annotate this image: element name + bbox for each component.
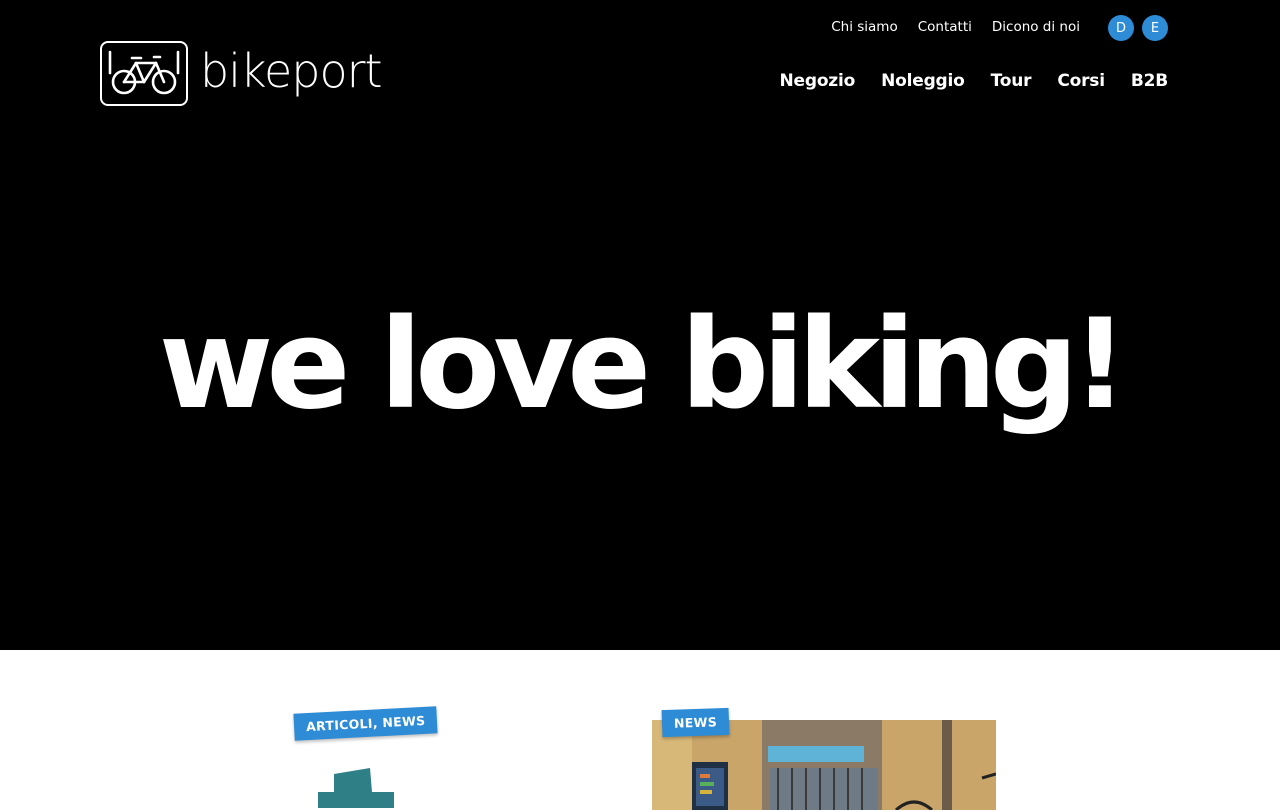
nav-tour[interactable]: Tour: [991, 71, 1032, 91]
logo-link[interactable]: bikeport: [100, 41, 383, 106]
nav-negozio[interactable]: Negozio: [780, 71, 856, 91]
nav-corsi[interactable]: Corsi: [1057, 71, 1105, 91]
post-thumbnail[interactable]: [318, 768, 394, 808]
category-tag[interactable]: ARTICOLI, NEWS: [293, 706, 439, 741]
hero-section: bikeport Chi siamo Contatti Dicono di no…: [0, 0, 1280, 650]
nav-b2b[interactable]: B2B: [1131, 71, 1168, 91]
lang-de-button[interactable]: D: [1108, 15, 1134, 41]
nav-chi-siamo[interactable]: Chi siamo: [831, 19, 898, 35]
brand-name: bikeport: [200, 43, 383, 98]
posts-section: ARTICOLI, NEWS NEWS: [0, 650, 1280, 810]
category-tag[interactable]: NEWS: [661, 707, 730, 738]
bicycle-icon: [100, 41, 188, 106]
lang-en-button[interactable]: E: [1142, 15, 1168, 41]
nav-dicono-di-noi[interactable]: Dicono di noi: [992, 19, 1080, 35]
secondary-nav: Chi siamo Contatti Dicono di noi: [831, 19, 1080, 35]
hero-headline: we love biking!: [158, 293, 1128, 437]
language-switcher: D E: [1108, 15, 1168, 41]
main-nav: Negozio Noleggio Tour Corsi B2B: [780, 71, 1169, 91]
nav-noleggio[interactable]: Noleggio: [881, 71, 965, 91]
nav-contatti[interactable]: Contatti: [918, 19, 972, 35]
